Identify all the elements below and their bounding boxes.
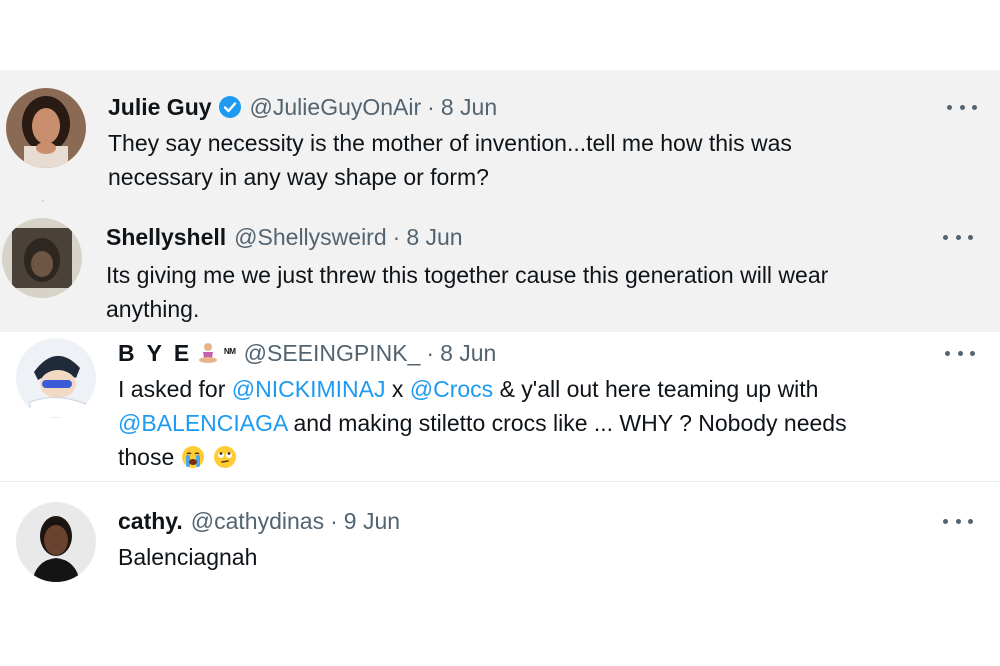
mention-link[interactable]: @Crocs	[410, 376, 493, 402]
tweet-text-line: necessary in any way shape or form?	[108, 164, 489, 190]
tweet-thread-screenshot: Julie Guy @JulieGuyOnAir · 8 Jun They sa…	[0, 0, 1000, 666]
tweet-cathy[interactable]: cathy. @cathydinas · 9 Jun Balenciagnah	[0, 482, 1000, 602]
avatar[interactable]	[16, 338, 96, 418]
tweet-text: I asked for @NICKIMINAJ x @Crocs & y'all…	[118, 372, 847, 474]
author-handle[interactable]: @SEEINGPINK_	[244, 338, 421, 368]
mention-link[interactable]: @BALENCIAGA	[118, 410, 287, 436]
author-name[interactable]: Shellyshell	[106, 222, 226, 252]
more-options-icon[interactable]	[945, 343, 975, 363]
tweet-text-line: @BALENCIAGA and making stiletto crocs li…	[118, 406, 847, 440]
avatar[interactable]	[2, 218, 82, 298]
more-options-icon[interactable]	[943, 511, 973, 531]
text-segment: & y'all out here teaming up with	[493, 376, 819, 402]
tweet-text-line: I asked for @NICKIMINAJ x @Crocs & y'all…	[118, 372, 847, 406]
timestamp[interactable]: 8 Jun	[406, 222, 462, 252]
tweet-text-line: those	[118, 440, 847, 474]
tweet-text-line: Balenciagnah	[118, 544, 258, 570]
author-handle[interactable]: @cathydinas	[191, 506, 324, 536]
tweet-text: Balenciagnah	[118, 540, 257, 574]
timestamp[interactable]: 8 Jun	[441, 92, 497, 122]
verified-badge-icon	[218, 95, 242, 119]
more-options-icon[interactable]	[947, 97, 977, 117]
separator: ·	[427, 94, 435, 120]
tweet-text-line: anything.	[106, 296, 200, 322]
face-with-rolling-eyes-emoji	[213, 445, 237, 469]
timestamp[interactable]: 8 Jun	[440, 338, 496, 368]
text-segment: I asked for	[118, 376, 232, 402]
tweet-text: They say necessity is the mother of inve…	[108, 126, 792, 194]
tweet-text-line: They say necessity is the mother of inve…	[108, 130, 792, 156]
text-segment: x	[385, 376, 410, 402]
author-name[interactable]: B Y E	[118, 338, 192, 368]
author-name[interactable]: cathy.	[118, 506, 183, 536]
separator: ·	[392, 224, 401, 250]
more-options-icon[interactable]	[943, 227, 973, 247]
timestamp[interactable]: 9 Jun	[344, 506, 400, 536]
tweet-julie-guy[interactable]: Julie Guy @JulieGuyOnAir · 8 Jun They sa…	[0, 70, 1000, 202]
text-segment: those	[118, 444, 175, 470]
avatar[interactable]	[6, 88, 86, 168]
tweet-text-line: Its giving me we just threw this togethe…	[106, 262, 829, 288]
separator: ·	[426, 340, 435, 366]
person-in-lotus-position-emoji	[196, 341, 220, 365]
tweet-shellyshell[interactable]: Shellyshell @Shellysweird · 8 Jun Its gi…	[0, 202, 1000, 332]
tweet-bye[interactable]: B Y E ᴺᴹ @SEEINGPINK_ · 8 Jun I asked fo…	[0, 332, 1000, 480]
tweet-text: Its giving me we just threw this togethe…	[106, 258, 828, 326]
author-handle[interactable]: @JulieGuyOnAir	[250, 92, 422, 122]
author-handle[interactable]: @Shellysweird	[234, 222, 386, 252]
name-superscript: ᴺᴹ	[224, 346, 236, 360]
mention-link[interactable]: @NICKIMINAJ	[232, 376, 386, 402]
text-segment: and making stiletto crocs like ... WHY ?…	[287, 410, 847, 436]
author-name[interactable]: Julie Guy	[108, 92, 212, 122]
loudly-crying-face-emoji	[181, 445, 205, 469]
separator: ·	[330, 508, 338, 534]
avatar[interactable]	[16, 502, 96, 582]
